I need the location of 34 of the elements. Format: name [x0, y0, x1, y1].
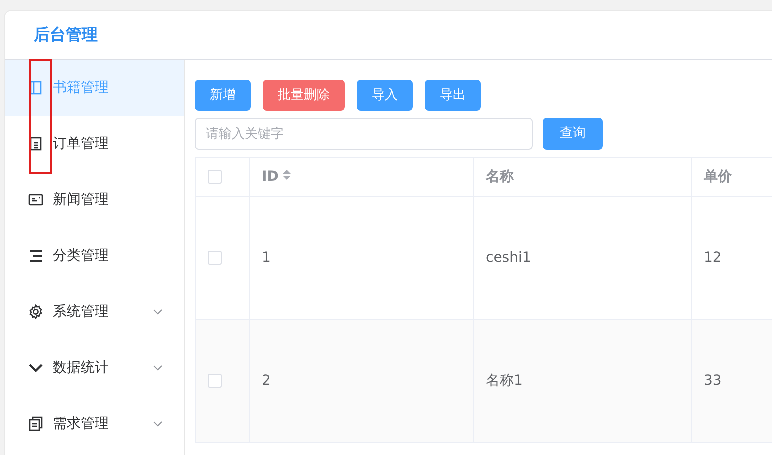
menu-label: 分类管理 — [53, 246, 110, 266]
table-cell: 2 — [262, 372, 271, 388]
column-header: 单价 — [704, 168, 732, 184]
menu-item[interactable]: 数据统计 — [5, 340, 184, 396]
book-icon — [28, 80, 44, 96]
column-header: ID — [262, 168, 279, 184]
table-cell: 12 — [704, 250, 722, 266]
select-all-checkbox[interactable] — [208, 170, 222, 184]
table-cell: 名称1 — [486, 372, 523, 388]
menu-item[interactable]: 订单管理 — [5, 116, 184, 172]
menu-item[interactable]: 系统管理 — [5, 284, 184, 340]
menu-item[interactable]: 需求管理 — [5, 396, 184, 452]
sort-icon[interactable] — [282, 168, 292, 180]
menu-item[interactable]: 分类管理 — [5, 228, 184, 284]
card-icon — [28, 192, 44, 208]
row-checkbox[interactable] — [208, 250, 222, 265]
document-icon — [28, 136, 44, 152]
search-field[interactable]: 请输入关键字 — [195, 118, 533, 150]
row-checkbox[interactable] — [208, 374, 222, 388]
menu-label: 需求管理 — [53, 414, 110, 434]
menu-item[interactable]: 新闻管理 — [5, 172, 184, 228]
table-cell: 1 — [262, 250, 271, 266]
table-cell: 33 — [704, 372, 722, 388]
list-icon — [28, 248, 44, 264]
copy-icon — [28, 416, 44, 432]
table-cell: ceshi1 — [486, 250, 532, 266]
menu-label: 订单管理 — [53, 134, 110, 154]
app-title: 后台管理 — [34, 24, 98, 46]
settings-icon — [28, 304, 44, 320]
menu-label: 系统管理 — [53, 302, 110, 322]
column-header: 名称 — [486, 168, 514, 184]
menu-label: 数据统计 — [53, 358, 110, 378]
menu-label: 新闻管理 — [53, 190, 110, 210]
menu-label: 书籍管理 — [53, 78, 110, 98]
